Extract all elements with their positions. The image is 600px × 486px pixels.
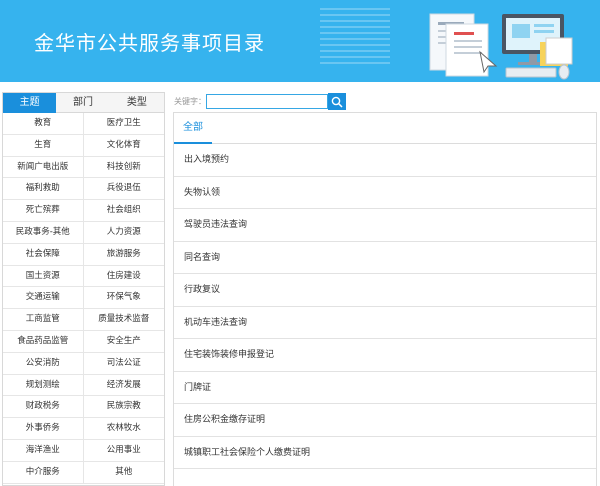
- list-item[interactable]: 城镇职工社会保险个人缴费证明: [174, 437, 596, 469]
- category-item[interactable]: 住房建设: [83, 266, 164, 288]
- category-item[interactable]: 财政税务: [3, 396, 84, 419]
- category-item[interactable]: 环保气象: [83, 287, 164, 310]
- search-label: 关键字：: [174, 97, 206, 106]
- category-item[interactable]: 规划测绘: [3, 374, 84, 397]
- search-input[interactable]: [206, 94, 328, 109]
- category-item[interactable]: 社会组织: [83, 200, 164, 222]
- category-item[interactable]: 死亡殡葬: [3, 200, 84, 222]
- office-illustration-icon: [320, 8, 573, 80]
- category-item[interactable]: 中介服务: [3, 461, 84, 484]
- category-item[interactable]: 安全生产: [83, 331, 164, 353]
- category-item[interactable]: 新闻广电出版: [3, 156, 84, 179]
- category-grid: 教育 医疗卫生 生育 文化体育 新闻广电出版 科技创新 福利救助 兵役退伍 死亡…: [3, 113, 164, 484]
- category-item[interactable]: 文化体育: [83, 135, 164, 157]
- header-banner: 金华市公共服务事项目录: [0, 0, 600, 82]
- category-item[interactable]: 质量技术监督: [83, 309, 164, 331]
- category-item[interactable]: 工商监管: [3, 309, 84, 331]
- category-item[interactable]: 人力资源: [83, 222, 164, 244]
- category-item[interactable]: 旅游服务: [83, 244, 164, 266]
- search-button[interactable]: [328, 93, 346, 110]
- tab-theme[interactable]: 主题: [3, 93, 57, 113]
- list-header: 全部: [174, 113, 596, 144]
- list-item[interactable]: 机动车违法查询: [174, 307, 596, 339]
- category-item[interactable]: 医疗卫生: [83, 113, 164, 135]
- magnifier-icon: [331, 96, 343, 108]
- category-item[interactable]: 民政事务-其他: [3, 221, 84, 244]
- category-item[interactable]: 民族宗教: [83, 396, 164, 419]
- tab-type[interactable]: 类型: [110, 93, 164, 113]
- category-item[interactable]: 其他: [83, 462, 164, 484]
- category-item[interactable]: 国土资源: [3, 265, 84, 288]
- search-bar: 关键字：: [174, 93, 346, 110]
- category-item[interactable]: 兵役退伍: [83, 178, 164, 201]
- list-item[interactable]: 失物认领: [174, 177, 596, 209]
- tab-all[interactable]: 全部: [174, 113, 212, 144]
- list-item[interactable]: 行政复议: [174, 274, 596, 307]
- category-item[interactable]: 交通运输: [3, 287, 84, 310]
- list-item[interactable]: 住房公积金缴存证明: [174, 404, 596, 437]
- category-item[interactable]: 食品药品监管: [3, 330, 84, 353]
- category-item[interactable]: 福利救助: [3, 178, 84, 201]
- service-list-panel: 全部 出入境预约 失物认领 驾驶员违法查询 同名查询 行政复议 机动车违法查询 …: [173, 112, 597, 486]
- list-item[interactable]: 门牌证: [174, 372, 596, 404]
- category-item[interactable]: 科技创新: [83, 157, 164, 179]
- category-item[interactable]: 经济发展: [83, 375, 164, 397]
- sidebar-tabs: 主题 部门 类型: [3, 93, 164, 113]
- list-item[interactable]: 出入境预约: [174, 144, 596, 177]
- category-item[interactable]: 公安消防: [3, 352, 84, 375]
- tab-department[interactable]: 部门: [56, 93, 109, 113]
- category-item[interactable]: 教育: [3, 113, 84, 135]
- sidebar: 主题 部门 类型 教育 医疗卫生 生育 文化体育 新闻广电出版 科技创新 福利救…: [2, 92, 165, 486]
- category-item[interactable]: 海洋渔业: [3, 439, 84, 462]
- list-item[interactable]: 同名查询: [174, 242, 596, 274]
- page-title: 金华市公共服务事项目录: [34, 31, 265, 55]
- list-item[interactable]: 住宅装饰装修申报登记: [174, 339, 596, 372]
- category-item[interactable]: 公用事业: [83, 440, 164, 462]
- category-item[interactable]: 农林牧水: [83, 418, 164, 440]
- category-item[interactable]: 社会保障: [3, 243, 84, 266]
- category-item[interactable]: 外事侨务: [3, 418, 84, 440]
- list-item[interactable]: 驾驶员违法查询: [174, 209, 596, 242]
- category-item[interactable]: 司法公证: [83, 353, 164, 375]
- category-item[interactable]: 生育: [3, 134, 84, 157]
